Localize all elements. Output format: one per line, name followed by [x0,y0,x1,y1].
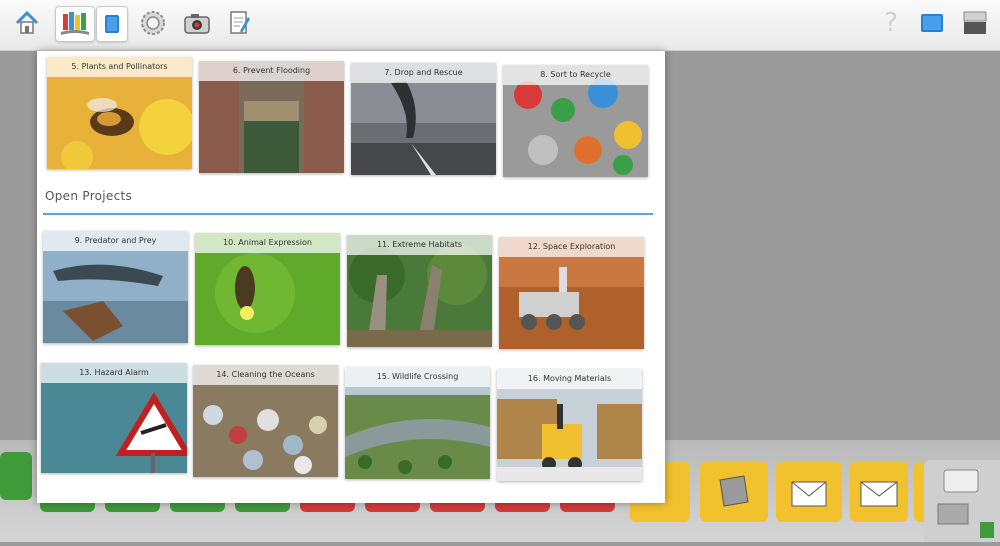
palette-block-yellow[interactable] [914,462,924,522]
project-title: 14. Cleaning the Oceans [193,365,338,385]
settings-gear-icon [141,11,165,35]
stop-block-icon [719,475,749,507]
project-title: 10. Animal Expression [195,233,340,253]
open-projects-heading: Open Projects [45,189,133,203]
project-title: 5. Plants and Pollinators [47,57,192,77]
palette-block-start[interactable] [0,452,32,500]
notes-icon [230,11,250,34]
project-card[interactable]: 6. Prevent Flooding [199,61,344,173]
project-title: 15. Wildlife Crossing [345,367,490,387]
project-library-panel: 5. Plants and Pollinators 6. Prevent Flo… [37,51,665,503]
project-card[interactable]: 13. Hazard Alarm [41,363,187,473]
camera-icon [184,14,210,34]
home-icon [15,11,39,34]
document-icon [105,15,119,33]
project-card[interactable]: 15. Wildlife Crossing [345,367,490,479]
project-card[interactable]: 10. Animal Expression [195,233,340,345]
mail-icon [860,481,898,507]
help-button[interactable]: ? [874,6,908,40]
project-title: 9. Predator and Prey [43,231,188,251]
hub-icon [937,469,994,538]
project-title: 7. Drop and Rescue [351,63,496,83]
project-title: 11. Extreme Habitats [347,235,492,255]
project-card[interactable]: 7. Drop and Rescue [351,63,496,175]
project-card[interactable]: 8. Sort to Recycle [503,65,648,177]
project-title: 13. Hazard Alarm [41,363,187,383]
project-card[interactable]: 5. Plants and Pollinators [47,57,192,169]
palette-block-yellow-send[interactable] [850,462,908,522]
book-icon [921,14,943,32]
layout-icon [963,11,987,34]
project-card[interactable]: 11. Extreme Habitats [347,235,492,347]
project-card[interactable]: 16. Moving Materials [497,369,642,481]
top-toolbar: ? [0,0,1000,51]
projects-icon [61,12,89,35]
project-card[interactable]: 12. Space Exploration [499,237,644,349]
settings-button[interactable] [136,6,170,40]
project-card[interactable]: 9. Predator and Prey [43,231,188,343]
camera-button[interactable] [180,6,214,40]
home-button[interactable] [10,6,44,40]
device-hub-panel[interactable] [924,460,1000,542]
palette-block-yellow-stop[interactable] [700,462,768,522]
book-button[interactable] [915,6,949,40]
section-divider [43,213,653,215]
mail-open-icon [791,481,827,507]
layout-button[interactable] [958,6,992,40]
project-card[interactable]: 14. Cleaning the Oceans [193,365,338,477]
notes-button[interactable] [222,6,256,40]
help-label: ? [884,8,898,38]
project-title: 8. Sort to Recycle [503,65,648,85]
project-title: 16. Moving Materials [497,369,642,389]
projects-button[interactable] [55,6,95,42]
document-button[interactable] [96,6,128,42]
project-title: 12. Space Exploration [499,237,644,257]
palette-block-yellow-message[interactable] [776,462,842,522]
project-title: 6. Prevent Flooding [199,61,344,81]
